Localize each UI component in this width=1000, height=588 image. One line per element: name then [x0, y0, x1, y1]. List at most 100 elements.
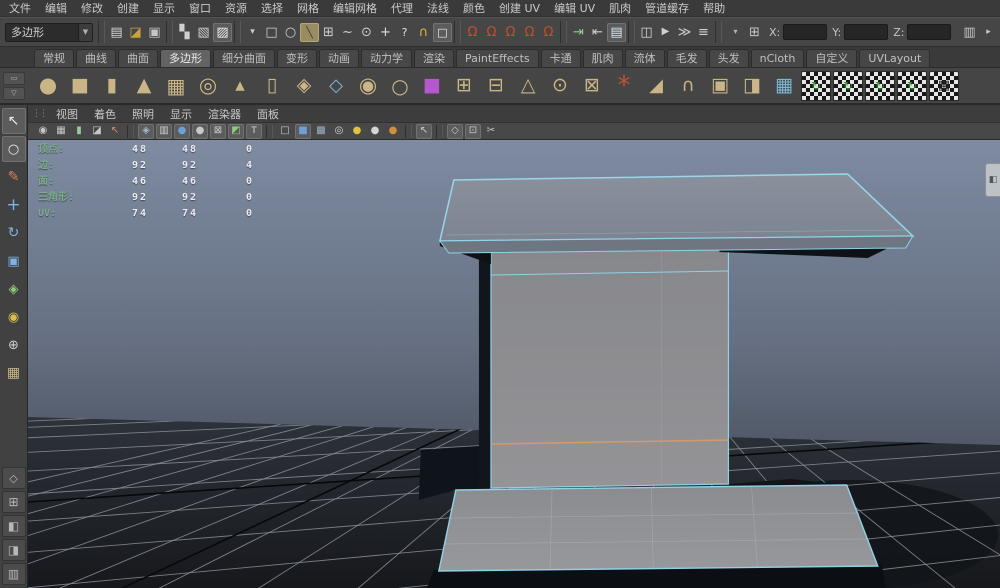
select-camera-icon[interactable]: ◉: [35, 124, 51, 139]
xray-cube-icon[interactable]: ◇: [447, 123, 463, 139]
two-d-pan-icon[interactable]: ↖: [107, 124, 123, 139]
shelf-tab-15[interactable]: 头发: [708, 49, 749, 67]
chevron-collapse-icon[interactable]: ▾: [243, 23, 262, 42]
poly-torus-icon[interactable]: ◎: [193, 71, 223, 101]
select-object-icon[interactable]: ▧: [194, 23, 213, 42]
all-lights-icon[interactable]: ●: [349, 124, 365, 139]
select-hierarchy-icon[interactable]: ▚: [175, 23, 194, 42]
shaded-sphere-icon[interactable]: ●: [174, 123, 190, 139]
group-separator[interactable]: [166, 21, 173, 43]
center-pivot-icon[interactable]: ⊙: [357, 23, 376, 42]
save-scene-icon[interactable]: ▣: [145, 23, 164, 42]
menu-item-18[interactable]: 帮助: [696, 0, 732, 17]
shelf-tab-ncloth[interactable]: nCloth: [750, 49, 805, 67]
quad-draw-icon[interactable]: ▦: [769, 71, 799, 101]
panel-menu-3[interactable]: 照明: [124, 106, 162, 122]
menu-item-4[interactable]: 创建: [110, 0, 146, 17]
group-separator[interactable]: [560, 21, 567, 43]
select-circle-icon[interactable]: ○: [281, 23, 300, 42]
duplicate-face-icon[interactable]: ▣: [705, 71, 735, 101]
highlight-line-icon[interactable]: ╲: [300, 22, 319, 42]
grease-pencil-icon[interactable]: ◈: [138, 123, 154, 139]
uv-editor-icon[interactable]: ▦: [929, 70, 959, 101]
separate-icon[interactable]: ⊟: [481, 71, 511, 101]
uv-cylindrical-mapping-icon[interactable]: ↻: [833, 70, 863, 101]
shelf-tab-3[interactable]: 曲面: [118, 49, 158, 67]
x-coordinate-input[interactable]: [783, 24, 828, 40]
menu-item-1[interactable]: 文件: [2, 0, 38, 17]
extract-faces-icon[interactable]: ⊠: [577, 71, 607, 101]
shelf-tab-2[interactable]: 曲线: [76, 49, 116, 67]
menu-item-6[interactable]: 窗口: [182, 0, 218, 17]
scale-tool-icon[interactable]: ▣: [2, 248, 26, 274]
menu-item-13[interactable]: 颜色: [456, 0, 492, 17]
fill-hole-icon[interactable]: △: [513, 71, 543, 101]
render-view-icon[interactable]: ◫: [637, 23, 656, 42]
select-component-icon[interactable]: ▨: [213, 22, 232, 42]
rotate-tool-icon[interactable]: ↻: [2, 220, 26, 246]
shelf-tab-13[interactable]: 流体: [624, 49, 665, 67]
select-square-icon[interactable]: □: [262, 23, 281, 42]
uv-spherical-mapping-icon[interactable]: ↻: [865, 70, 895, 101]
uv-planar-mapping-icon[interactable]: ↻: [801, 70, 831, 101]
menu-set-selector[interactable]: 多边形 ▼: [5, 22, 93, 42]
shelf-tab-1[interactable]: 常规: [34, 49, 74, 67]
tear-off-handle-icon[interactable]: ⋮⋮: [32, 109, 48, 119]
menu-item-16[interactable]: 肌肉: [602, 0, 638, 17]
panel-menu-4[interactable]: 显示: [162, 106, 200, 122]
crosshair-plus-icon[interactable]: +: [376, 23, 395, 42]
help-icon[interactable]: ?: [395, 23, 414, 42]
poly-cube-icon[interactable]: ■: [65, 71, 95, 101]
panel-menu-2[interactable]: 着色: [86, 106, 124, 122]
shelf-tab-7[interactable]: 动画: [319, 49, 359, 67]
panel-overflow-icon[interactable]: ▸: [979, 23, 998, 42]
select-blocks-icon[interactable]: ⊞: [319, 23, 338, 42]
poly-platonic-icon[interactable]: ◈: [289, 71, 319, 101]
menu-item-5[interactable]: 显示: [146, 0, 182, 17]
construction-history-icon[interactable]: ▤: [607, 22, 626, 42]
shelf-tab-9[interactable]: 渲染: [414, 49, 454, 67]
menu-item-12[interactable]: 法线: [420, 0, 456, 17]
panel-menu-6[interactable]: 面板: [249, 106, 287, 122]
menu-item-7[interactable]: 资源: [218, 0, 254, 17]
shelf-tab-14[interactable]: 毛发: [666, 49, 707, 67]
menu-item-11[interactable]: 代理: [384, 0, 420, 17]
group-separator[interactable]: [234, 21, 241, 43]
film-gate-icon[interactable]: ▥: [156, 123, 172, 139]
layout-four-pane-icon[interactable]: ⊞: [1, 491, 26, 513]
bridge-icon[interactable]: ∩: [673, 71, 703, 101]
no-lights-icon[interactable]: ●: [385, 124, 401, 139]
show-manipulator-tool-icon[interactable]: ⊕: [2, 332, 26, 358]
side-panel-tab[interactable]: ◧: [985, 163, 1000, 197]
poly-plane-icon[interactable]: ▦: [161, 71, 191, 101]
paint-cube-icon[interactable]: ■: [417, 71, 447, 101]
mirror-geometry-icon[interactable]: ◨: [737, 71, 767, 101]
poly-pipe-icon[interactable]: ▯: [257, 71, 287, 101]
soft-modification-tool-icon[interactable]: ◉: [2, 304, 26, 330]
z-coordinate-input[interactable]: [907, 24, 952, 40]
shelf-tab-12[interactable]: 肌肉: [582, 49, 623, 67]
new-scene-icon[interactable]: ▤: [107, 23, 126, 42]
snap-view-plane-icon[interactable]: Ω: [539, 23, 558, 42]
lasso-select-tool-icon[interactable]: ○: [1, 136, 26, 162]
paint-select-tool-icon[interactable]: ✎: [2, 164, 26, 190]
hud-text-icon[interactable]: T: [246, 123, 262, 139]
y-coordinate-input[interactable]: [844, 24, 889, 40]
reduce-sphere-icon[interactable]: ○: [385, 71, 415, 101]
group-separator[interactable]: [628, 21, 635, 43]
shelf-menu-button[interactable]: ▽: [3, 86, 25, 100]
ipr-render-icon[interactable]: ≫: [675, 23, 694, 42]
group-separator[interactable]: [454, 21, 461, 43]
default-light-icon[interactable]: ●: [367, 124, 383, 139]
combine-icon[interactable]: ⊞: [449, 71, 479, 101]
shelf-tab-17[interactable]: 自定义: [806, 49, 858, 67]
bevel-icon[interactable]: ◢: [641, 71, 671, 101]
marquee-select-icon[interactable]: □: [433, 22, 452, 42]
image-plane-icon[interactable]: ◪: [89, 124, 105, 139]
open-scene-icon[interactable]: ◪: [126, 23, 145, 42]
last-tool-used-icon[interactable]: ▦: [2, 360, 26, 386]
group-separator[interactable]: [266, 124, 273, 138]
checker-gate-icon[interactable]: ⊠: [210, 123, 226, 139]
shelf-tab-uvlayout[interactable]: UVLayout: [859, 49, 931, 67]
shelf-tab-painteffects[interactable]: PaintEffects: [456, 49, 539, 67]
